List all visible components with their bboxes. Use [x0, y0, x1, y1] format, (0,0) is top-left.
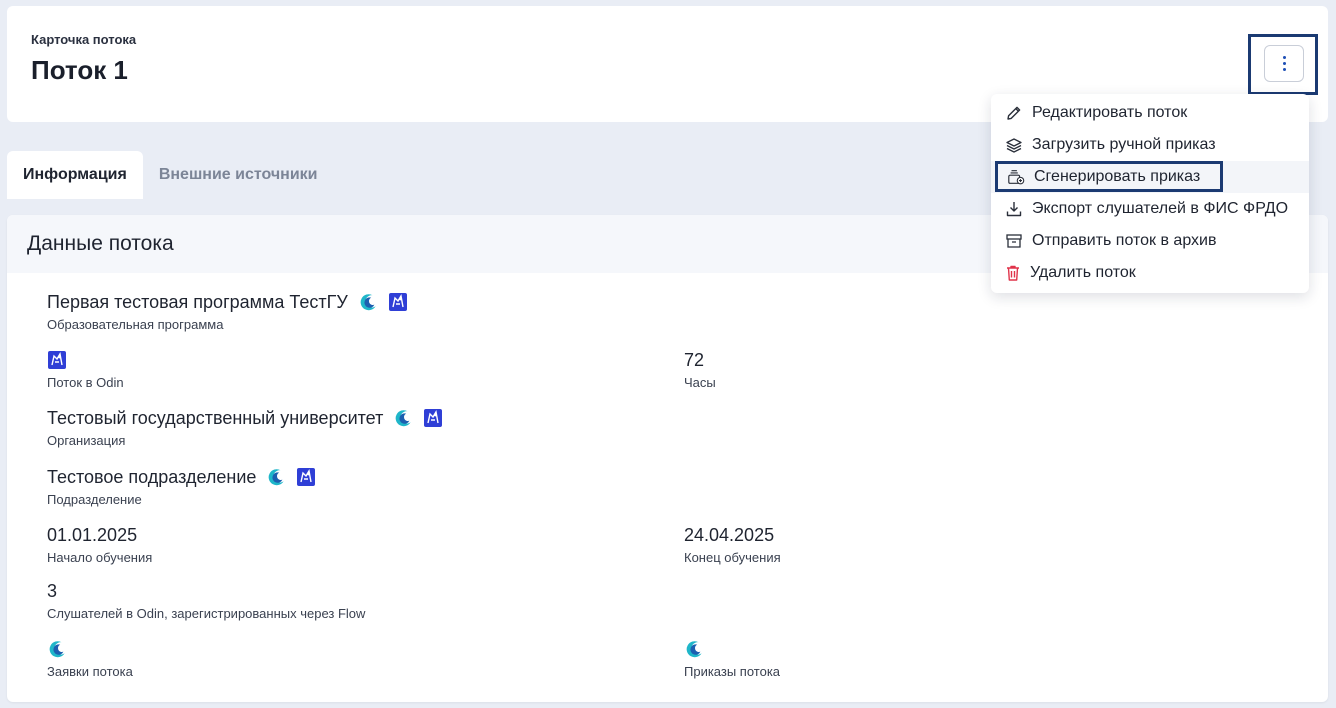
- generate-order-icon: [1007, 168, 1025, 186]
- menu-item-label: Экспорт слушателей в ФИС ФРДО: [1032, 200, 1289, 217]
- flow-link-icon[interactable]: [393, 408, 413, 428]
- menu-item-edit-stream[interactable]: Редактировать поток: [991, 97, 1309, 129]
- field-label: Начало обучения: [47, 550, 153, 565]
- flow-link-icon[interactable]: [358, 292, 378, 312]
- more-actions-button[interactable]: [1264, 45, 1304, 82]
- menu-item-generate-order[interactable]: Сгенерировать приказ: [991, 161, 1309, 193]
- flow-link-icon[interactable]: [684, 639, 704, 659]
- field-label: Часы: [684, 375, 716, 390]
- menu-item-label: Удалить поток: [1030, 264, 1136, 281]
- flow-link-icon[interactable]: [47, 639, 67, 659]
- more-vertical-icon: [1282, 56, 1286, 71]
- odin-link-icon[interactable]: [47, 350, 67, 370]
- field-label: Приказы потока: [684, 664, 781, 679]
- field-orders: Приказы потока: [684, 638, 780, 679]
- field-end-date: 24.04.2025 Конец обучения: [684, 524, 781, 566]
- field-value: 01.01.2025: [47, 524, 138, 545]
- actions-menu: Редактировать поток Загрузить ручной при…: [991, 94, 1309, 293]
- field-value: Первая тестовая программа ТестГУ: [47, 291, 348, 312]
- field-department: Тестовое подразделение Подразделение: [47, 466, 316, 507]
- field-label: Слушателей в Odin, зарегистрированных че…: [47, 606, 366, 621]
- archive-icon: [1005, 232, 1023, 250]
- field-value: Тестовый государственный университет: [47, 407, 384, 428]
- field-label: Подразделение: [47, 492, 142, 507]
- layers-icon: [1005, 136, 1023, 154]
- field-odin-stream: Поток в Odin: [47, 349, 124, 390]
- field-label: Заявки потока: [47, 664, 133, 679]
- field-value: Тестовое подразделение: [47, 466, 257, 487]
- menu-item-label: Редактировать поток: [1032, 104, 1188, 121]
- field-value: 72: [684, 349, 705, 370]
- tab-information[interactable]: Информация: [7, 151, 143, 199]
- flow-link-icon[interactable]: [266, 467, 286, 487]
- menu-item-label: Отправить поток в архив: [1032, 232, 1217, 249]
- tab-bar: Информация Внешние источники: [7, 151, 334, 199]
- field-label: Конец обучения: [684, 550, 781, 565]
- tab-external-sources[interactable]: Внешние источники: [143, 151, 334, 199]
- menu-item-label: Загрузить ручной приказ: [1032, 136, 1216, 153]
- menu-item-export-listeners[interactable]: Экспорт слушателей в ФИС ФРДО: [991, 193, 1309, 225]
- field-start-date: 01.01.2025 Начало обучения: [47, 524, 153, 566]
- field-listeners: 3 Слушателей в Odin, зарегистрированных …: [47, 580, 366, 622]
- field-label: Образовательная программа: [47, 317, 224, 332]
- field-label: Организация: [47, 433, 126, 448]
- breadcrumb: Карточка потока: [31, 32, 137, 47]
- menu-item-archive-stream[interactable]: Отправить поток в архив: [991, 225, 1309, 257]
- field-label: Поток в Odin: [47, 375, 124, 390]
- menu-item-label: Сгенерировать приказ: [1034, 168, 1201, 185]
- field-organization: Тестовый государственный университет Орг…: [47, 407, 443, 448]
- download-icon: [1005, 200, 1023, 218]
- page-title: Поток 1: [31, 55, 128, 85]
- menu-item-upload-order[interactable]: Загрузить ручной приказ: [991, 129, 1309, 161]
- menu-item-delete-stream[interactable]: Удалить поток: [991, 257, 1309, 289]
- odin-link-icon[interactable]: [388, 292, 408, 312]
- field-requests: Заявки потока: [47, 638, 133, 679]
- field-value: 3: [47, 580, 58, 601]
- trash-icon: [1005, 264, 1021, 282]
- field-hours: 72 Часы: [684, 349, 716, 391]
- odin-link-icon[interactable]: [423, 408, 443, 428]
- pencil-icon: [1005, 104, 1023, 122]
- field-program: Первая тестовая программа ТестГУ Образов…: [47, 291, 408, 332]
- field-value: 24.04.2025: [684, 524, 775, 545]
- odin-link-icon[interactable]: [296, 467, 316, 487]
